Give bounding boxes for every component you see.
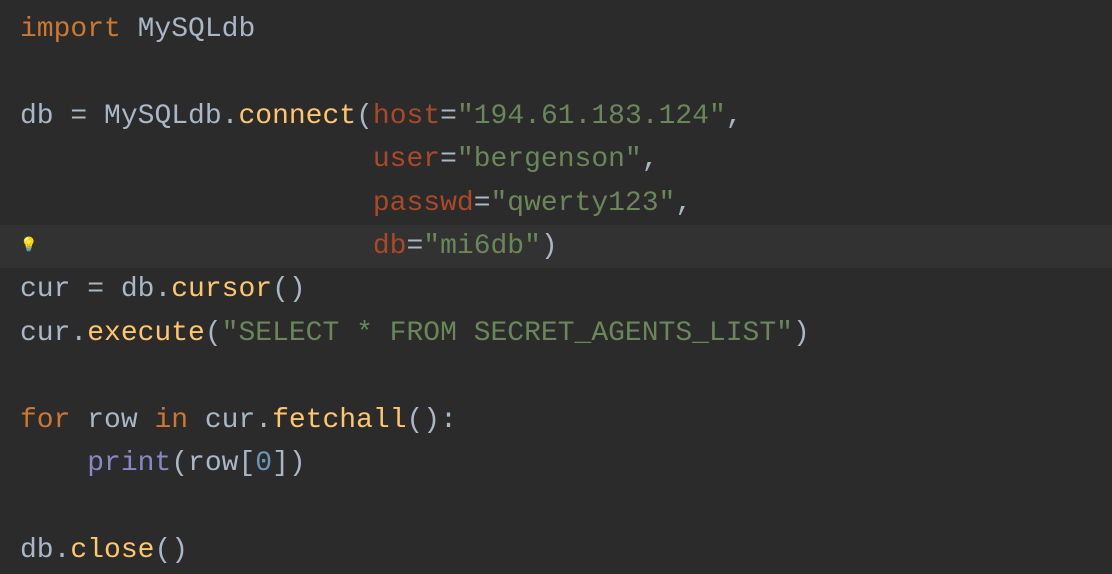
paren-open: ( xyxy=(205,318,222,349)
indent xyxy=(20,144,373,175)
string-db: "mi6db" xyxy=(423,231,541,262)
code-line-6[interactable]: 💡 db="mi6db") xyxy=(0,225,1112,268)
object-cur: cur. xyxy=(205,405,272,436)
code-line-1[interactable]: import MySQLdb xyxy=(0,8,1112,51)
lightbulb-icon[interactable]: 💡 xyxy=(20,236,37,258)
method-connect: connect xyxy=(238,101,356,132)
keyword-import: import xyxy=(20,14,121,45)
string-passwd: "qwerty123" xyxy=(491,188,676,219)
paren-open: ( xyxy=(171,448,188,479)
module-ref: MySQLdb. xyxy=(87,101,238,132)
variable-cur: cur xyxy=(20,274,87,305)
code-line-3[interactable]: db = MySQLdb.connect(host="194.61.183.12… xyxy=(0,95,1112,138)
object-db: db. xyxy=(20,535,70,566)
keyword-in: in xyxy=(154,405,204,436)
paren-close: ) xyxy=(793,318,810,349)
builtin-print: print xyxy=(87,448,171,479)
comma: , xyxy=(675,188,692,219)
param-passwd: passwd xyxy=(373,188,474,219)
param-eq: = xyxy=(474,188,491,219)
variable-row: row xyxy=(87,405,154,436)
module-name: MySQLdb xyxy=(121,14,255,45)
code-line-2[interactable] xyxy=(0,51,1112,94)
paren-close: ) xyxy=(541,231,558,262)
param-user: user xyxy=(373,144,440,175)
string-user: "bergenson" xyxy=(457,144,642,175)
operator-eq: = xyxy=(87,274,104,305)
variable-db: db xyxy=(20,101,70,132)
method-fetchall: fetchall xyxy=(272,405,406,436)
param-eq: = xyxy=(440,101,457,132)
code-editor[interactable]: import MySQLdb db = MySQLdb.connect(host… xyxy=(0,8,1112,572)
indent xyxy=(20,188,373,219)
number-zero: 0 xyxy=(255,448,272,479)
comma: , xyxy=(726,101,743,132)
param-db: db xyxy=(373,231,407,262)
code-line-12[interactable] xyxy=(0,485,1112,528)
method-cursor: cursor xyxy=(171,274,272,305)
object-db: db. xyxy=(104,274,171,305)
string-host: "194.61.183.124" xyxy=(457,101,726,132)
param-host: host xyxy=(373,101,440,132)
parens-colon: (): xyxy=(407,405,457,436)
code-line-7[interactable]: cur = db.cursor() xyxy=(0,268,1112,311)
operator-eq: = xyxy=(70,101,87,132)
variable-row-index: row[ xyxy=(188,448,255,479)
code-line-10[interactable]: for row in cur.fetchall(): xyxy=(0,399,1112,442)
indent xyxy=(20,231,373,262)
code-line-4[interactable]: user="bergenson", xyxy=(0,138,1112,181)
object-cur: cur. xyxy=(20,318,87,349)
method-close: close xyxy=(70,535,154,566)
code-line-5[interactable]: passwd="qwerty123", xyxy=(0,182,1112,225)
param-eq: = xyxy=(406,231,423,262)
code-line-11[interactable]: print(row[0]) xyxy=(0,442,1112,485)
code-line-8[interactable]: cur.execute("SELECT * FROM SECRET_AGENTS… xyxy=(0,312,1112,355)
code-line-9[interactable] xyxy=(0,355,1112,398)
parens: () xyxy=(272,274,306,305)
parens: () xyxy=(154,535,188,566)
keyword-for: for xyxy=(20,405,87,436)
paren-open: ( xyxy=(356,101,373,132)
code-line-13[interactable]: db.close() xyxy=(0,529,1112,572)
indent xyxy=(20,448,87,479)
close-brackets: ]) xyxy=(272,448,306,479)
method-execute: execute xyxy=(87,318,205,349)
param-eq: = xyxy=(440,144,457,175)
string-query: "SELECT * FROM SECRET_AGENTS_LIST" xyxy=(222,318,793,349)
comma: , xyxy=(642,144,659,175)
